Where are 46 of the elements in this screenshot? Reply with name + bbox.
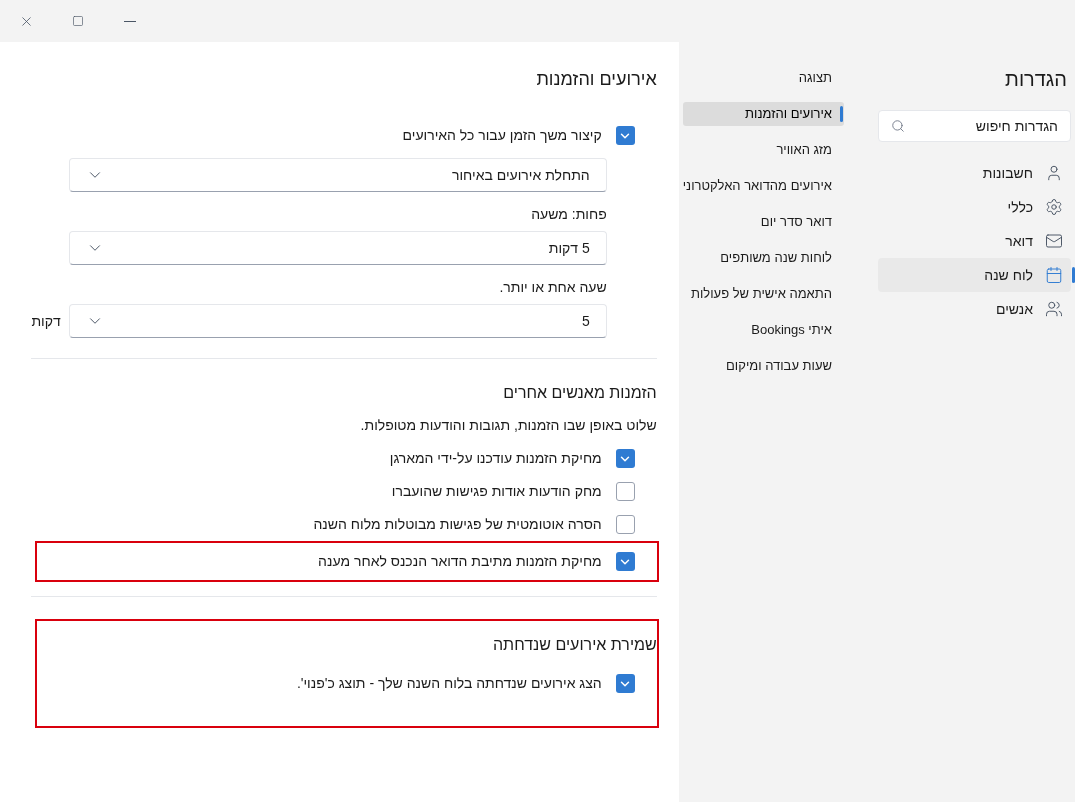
- page-title: אירועים והזמנות: [535, 68, 657, 91]
- search-input[interactable]: הגדרות חיפוש: [913, 115, 1058, 137]
- subnav-item[interactable]: איתי Bookings: [682, 318, 844, 342]
- mail-icon: [1045, 232, 1063, 250]
- subnav-item[interactable]: תצוגה: [682, 66, 844, 90]
- section-description: שלוט באופן שבו הזמנות, תגובות והודעות מטופלות.: [359, 416, 657, 435]
- gear-icon: [1045, 198, 1063, 216]
- search-icon: [891, 119, 905, 133]
- field-label: פחות: משעה: [530, 205, 607, 224]
- settings-title: הגדרות: [1004, 67, 1068, 92]
- subnav-item[interactable]: שעות עבודה ומיקום: [682, 354, 844, 378]
- calendar-icon: [1045, 266, 1063, 284]
- checkbox[interactable]: [615, 674, 635, 693]
- dropdown[interactable]: 5: [68, 304, 607, 338]
- checkbox-label: הסרה אוטומטית של פגישות מבוטלות מלוח השנה: [313, 515, 602, 534]
- subnav-item[interactable]: מזג האוויר: [682, 138, 844, 162]
- subnav-item[interactable]: לוחות שנה משותפים: [682, 246, 844, 270]
- checkbox-label: מחיקת הזמנות מתיבת הדואר הנכנס לאחר מענה: [318, 552, 602, 571]
- search-field[interactable]: הגדרות חיפוש: [878, 110, 1071, 142]
- dropdown[interactable]: 5 דקות: [68, 231, 607, 265]
- maximize-icon: [72, 15, 84, 27]
- checkbox-label: קיצור משך הזמן עבור כל האירועים: [402, 126, 602, 145]
- checkbox[interactable]: [615, 515, 635, 534]
- nav-item[interactable]: כללי: [878, 190, 1071, 224]
- nav-item[interactable]: חשבונות: [878, 156, 1071, 190]
- checkbox-label: מחק הודעות אודות פגישות שהועברו: [391, 482, 602, 501]
- checkbox[interactable]: [615, 449, 635, 468]
- minimize-icon: [124, 20, 136, 22]
- checkbox[interactable]: [615, 552, 635, 571]
- section-title: הזמנות מאנשים אחרים: [502, 383, 657, 403]
- dropdown[interactable]: התחלת אירועים באיחור: [68, 158, 607, 192]
- nav-item[interactable]: אנשים: [878, 292, 1071, 326]
- unit-label: דקות: [31, 311, 61, 331]
- checkbox-label: מחיקת הזמנות עודכנו על-ידי המארגן: [389, 449, 602, 468]
- checkbox-label: הצג אירועים שנדחתה בלוח השנה שלך - תוצג כ'פנוי'.: [296, 674, 602, 693]
- nav-item[interactable]: דואר: [878, 224, 1071, 258]
- section-title: שמירת אירועים שנדחתה: [491, 635, 657, 655]
- subnav-item[interactable]: דואר סדר יום: [682, 210, 844, 234]
- subnav-item[interactable]: אירועים והזמנות: [682, 102, 844, 126]
- checkbox[interactable]: [615, 126, 635, 145]
- subnav-item[interactable]: אירועים מהדואר האלקטרוני: [682, 174, 844, 198]
- people-icon: [1045, 300, 1063, 318]
- field-label: שעה אחת או יותר.: [498, 278, 607, 297]
- subnav-item[interactable]: התאמה אישית של פעולות: [682, 282, 844, 306]
- checkbox[interactable]: [615, 482, 635, 501]
- person-icon: [1045, 164, 1063, 182]
